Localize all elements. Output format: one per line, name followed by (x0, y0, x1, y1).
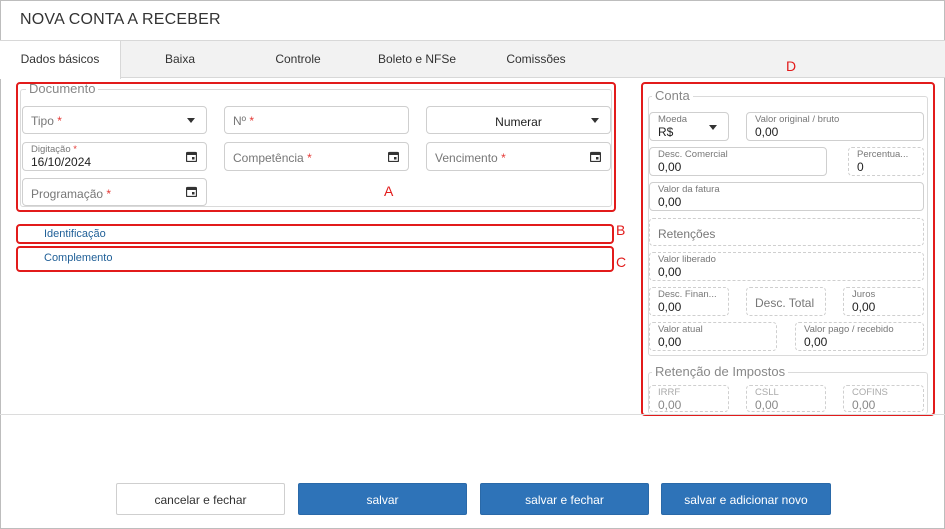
irrf-input[interactable]: IRRF 0,00 (649, 385, 729, 412)
percentual-input[interactable]: Percentua... 0 (848, 147, 924, 176)
retencoes-input[interactable]: Retenções (649, 218, 924, 246)
tab-comissoes[interactable]: Comissões (496, 41, 576, 78)
save-button[interactable]: salvar (298, 483, 467, 515)
annotation-label-b: B (616, 222, 626, 238)
tab-bar: Dados básicos Baixa Controle Boleto e NF… (0, 40, 945, 79)
annotation-label-d: D (786, 58, 797, 74)
footer-divider (0, 414, 945, 415)
save-close-button[interactable]: salvar e fechar (480, 483, 649, 515)
valor-pago-input[interactable]: Valor pago / recebido 0,00 (795, 322, 924, 351)
moeda-value: R$ (658, 125, 674, 139)
identificacao-section-link[interactable]: Identificação (44, 228, 106, 240)
annotation-label-c: C (616, 254, 627, 270)
valor-liberado-input[interactable]: Valor liberado 0,00 (649, 252, 924, 281)
desc-financeiro-input[interactable]: Desc. Finan... 0,00 (649, 287, 729, 316)
tab-boleto-nfse[interactable]: Boleto e NFSe (372, 41, 462, 78)
retencao-legend: Retenção de Impostos (652, 364, 789, 379)
complemento-section-link[interactable]: Complemento (44, 252, 112, 264)
annotation-box-a (16, 82, 616, 212)
dialog-title: NOVA CONTA A RECEBER (20, 11, 221, 28)
chevron-down-icon (709, 124, 717, 130)
desc-comercial-input[interactable]: Desc. Comercial 0,00 (649, 147, 827, 176)
juros-input[interactable]: Juros 0,00 (843, 287, 924, 316)
csll-input[interactable]: CSLL 0,00 (746, 385, 826, 412)
valor-original-input[interactable]: Valor original / bruto 0,00 (746, 112, 924, 141)
valor-atual-input[interactable]: Valor atual 0,00 (649, 322, 777, 351)
tab-baixa[interactable]: Baixa (140, 41, 220, 78)
moeda-select[interactable]: Moeda R$ (649, 112, 729, 141)
tab-controle[interactable]: Controle (258, 41, 338, 78)
conta-legend: Conta (652, 88, 693, 103)
desc-total-input[interactable]: Desc. Total (746, 287, 826, 316)
annotation-label-a: A (384, 183, 394, 199)
valor-fatura-input[interactable]: Valor da fatura 0,00 (649, 182, 924, 211)
cancel-close-button[interactable]: cancelar e fechar (116, 483, 285, 515)
save-add-new-button[interactable]: salvar e adicionar novo (661, 483, 831, 515)
cofins-input[interactable]: COFINS 0,00 (843, 385, 924, 412)
tab-dados-basicos[interactable]: Dados básicos (0, 41, 121, 79)
